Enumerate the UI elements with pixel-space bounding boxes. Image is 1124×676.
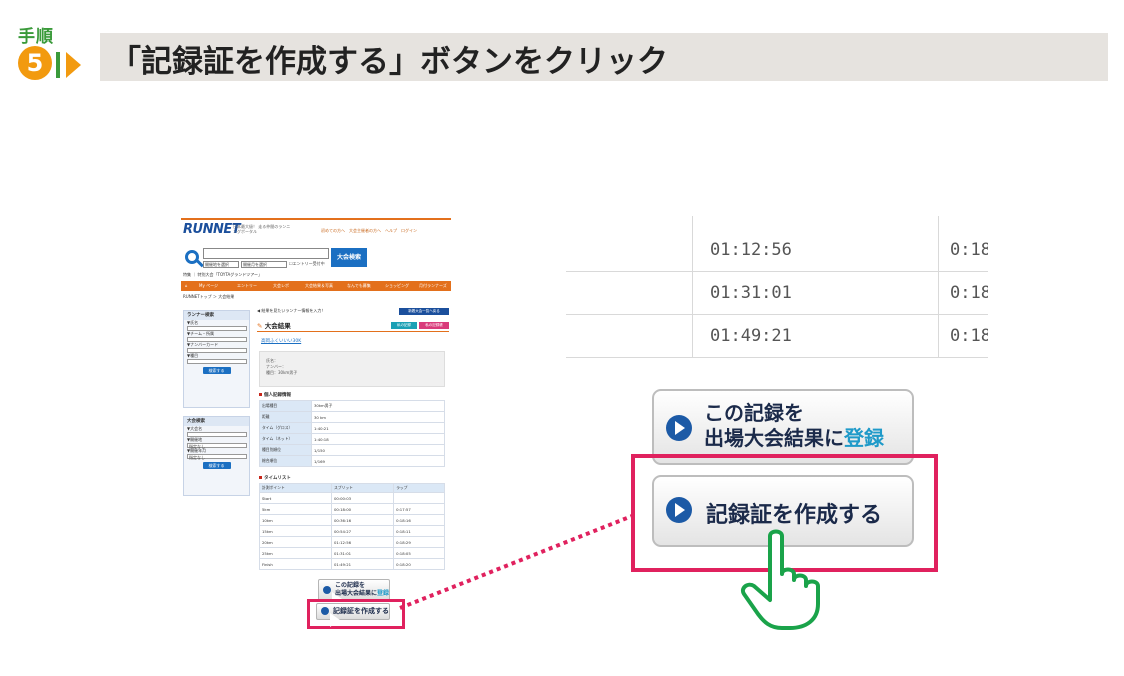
my-record-badge[interactable]: 私の記録 xyxy=(391,322,417,329)
top-links[interactable]: 初めての方へ 大会主催者の方へ ヘルプ ログイン xyxy=(321,228,417,234)
column-header: スプリット xyxy=(330,483,395,493)
entry-open-checkbox[interactable]: ☐エントリー受付中 xyxy=(289,261,325,267)
event-search-input[interactable] xyxy=(203,248,329,259)
heading-underline xyxy=(257,331,449,332)
split-cell: 01:31:01 xyxy=(710,283,792,303)
register-label-small: この記録を 出場大会結果に登録 xyxy=(335,582,390,597)
runner-search-title: ランナー検索 xyxy=(184,311,249,320)
table-row: 総合順位 1/169 xyxy=(259,455,445,467)
create-certificate-button-small[interactable]: 記録証を作成する xyxy=(316,603,390,627)
prefecture-select[interactable]: 開催地を選択 xyxy=(203,261,239,268)
table-row: 種目別順位 1/150 xyxy=(259,444,445,456)
event-search-button-side[interactable]: 検索する xyxy=(202,462,231,469)
step-label: 手順 xyxy=(18,27,54,47)
main-nav: ⌂ My ページ エントリー 大会レポ 大会結果＆写真 なんでも募集 ショッピン… xyxy=(181,281,451,291)
column-header: 計測ポイント xyxy=(259,483,332,493)
step-arrow-icon xyxy=(66,52,81,78)
logo-tagline: 日本最大級！ 走る仲間のランニングポータル xyxy=(233,224,291,234)
event-search-panel: 大会検索 ▼大会名 ▼開催地 指定なし ▼開催年月 指定なし 検索する xyxy=(183,416,250,496)
play-circle-icon xyxy=(323,586,342,606)
table-row: 出場種目 30km男子 xyxy=(259,400,445,412)
nav-mypage[interactable]: My ページ xyxy=(199,281,218,291)
nav-recruit[interactable]: なんでも募集 xyxy=(347,281,371,291)
step-divider xyxy=(56,52,60,78)
home-icon[interactable]: ⌂ xyxy=(185,281,188,291)
event-month-select[interactable]: 指定なし xyxy=(187,454,247,460)
step-number-badge: 5 xyxy=(18,46,52,80)
result-heading: ✎ 大会結果 xyxy=(257,322,291,330)
runnet-logo[interactable]: RUNNET xyxy=(183,222,241,237)
runner-search-panel: ランナー検索 ▼氏名 ▼チーム・所属 ▼ナンバーカード ▼種目 検索する xyxy=(183,310,250,408)
play-circle-icon xyxy=(666,497,692,523)
lap-cell: 0:18 xyxy=(950,326,988,346)
register-label: この記録を 出場大会結果に登録 xyxy=(704,401,884,450)
breadcrumb[interactable]: RUNNETトップ ＞ 大会結果 xyxy=(183,294,234,300)
race-link[interactable]: 高岡ふくいいい30K xyxy=(261,338,301,344)
timelist-heading: タイムリスト xyxy=(259,475,291,481)
nav-runners[interactable]: 月付ランナーズ xyxy=(419,281,447,291)
nav-report[interactable]: 大会レポ xyxy=(273,281,289,291)
column-divider xyxy=(938,216,939,358)
play-circle-icon xyxy=(666,415,692,441)
runner-search-button[interactable]: 検索する xyxy=(202,367,231,374)
pencil-icon: ✎ xyxy=(257,322,263,330)
step-title: 「記録証を作成する」ボタンをクリック xyxy=(110,44,668,80)
table-row: Start 00:00:03 xyxy=(259,492,445,504)
certificate-label-small: 記録証を作成する xyxy=(333,607,389,615)
table-row: 距離 30 km xyxy=(259,411,445,423)
split-cell: 01:49:21 xyxy=(710,326,792,346)
entry-open-label: エントリー受付中 xyxy=(292,261,325,266)
nav-shopping[interactable]: ショッピング xyxy=(385,281,409,291)
column-header: ラップ xyxy=(393,483,445,493)
back-to-list-button[interactable]: 新着大会一覧へ戻る xyxy=(399,308,449,315)
personal-record-heading: 個人記録情報 xyxy=(259,392,291,398)
promo-banner[interactable]: 特集 ｜ 特別大会「TOYTAグランドツアー」 xyxy=(183,272,262,278)
event-search-title: 大会検索 xyxy=(184,417,249,426)
zoom-connector xyxy=(399,514,633,610)
result-note: ◀ 結果を見たいランナー情報を入力！ xyxy=(257,308,326,313)
column-divider xyxy=(692,216,693,358)
runner-category: 種目：30km男子 xyxy=(266,370,298,375)
hand-pointer-icon xyxy=(741,529,820,630)
runner-info-box: 氏名： ナンバー： 種目：30km男子 xyxy=(259,351,445,387)
lap-cell: 0:18 xyxy=(950,240,988,260)
table-row: タイム（グロス） 1:40:21 xyxy=(259,422,445,434)
play-circle-icon xyxy=(321,607,340,627)
row-divider xyxy=(566,314,988,315)
personal-record-table: 出場種目 30km男子 距離 30 km タイム（グロス） 1:40:21 タイム（ネ… xyxy=(259,400,445,467)
lap-cell: 0:18 xyxy=(950,283,988,303)
row-divider xyxy=(566,271,988,272)
row-divider xyxy=(566,357,988,358)
top-accent-line xyxy=(181,218,451,220)
certificate-label: 記録証を作成する xyxy=(706,503,883,528)
month-select[interactable]: 開催月を選択 xyxy=(241,261,287,268)
record-book-badge[interactable]: 私の記録帳 xyxy=(419,322,449,329)
nav-entry[interactable]: エントリー xyxy=(237,281,257,291)
table-row: タイム（ネット） 1:40:18 xyxy=(259,433,445,445)
split-cell: 01:12:56 xyxy=(710,240,792,260)
nav-results[interactable]: 大会結果＆写真 xyxy=(305,281,333,291)
zoomed-timelist: 01:12:56 0:18 01:31:01 0:18 01:49:21 0:1… xyxy=(566,216,988,358)
category-select[interactable] xyxy=(187,359,247,364)
event-search-button[interactable]: 大会検索 xyxy=(331,248,367,267)
